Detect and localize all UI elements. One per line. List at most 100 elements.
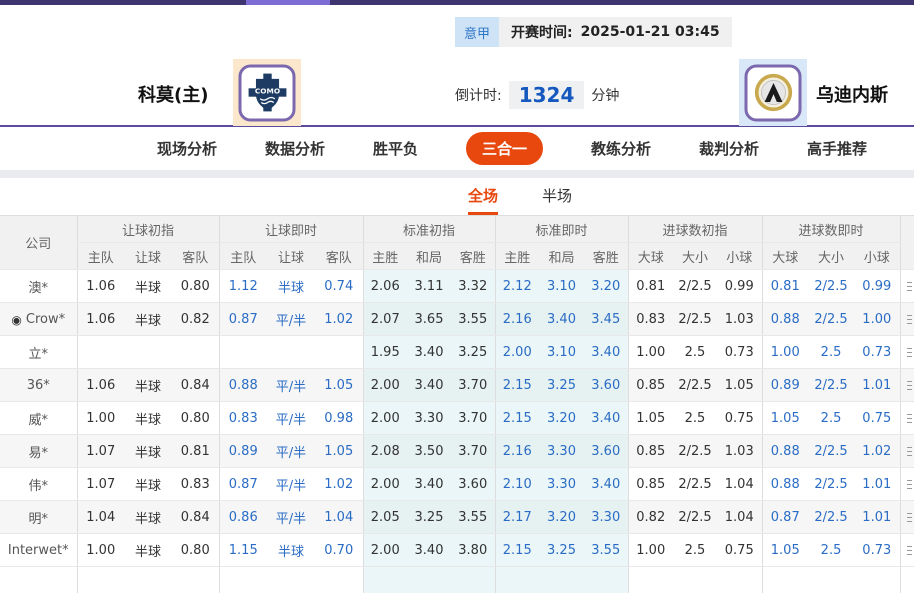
company-cell[interactable]: 36*: [0, 368, 77, 402]
odds-cell: 2.00: [494, 335, 539, 369]
company-cell[interactable]: 伟*: [0, 467, 77, 501]
odds-cell: 3.40: [407, 368, 451, 402]
col-header: 小球: [717, 242, 763, 270]
odds-cell: 2/2.5: [808, 434, 855, 468]
odds-cell: 0.73: [854, 533, 901, 567]
odds-cell: 半球: [124, 533, 172, 567]
odds-cell: 1.03: [717, 302, 763, 336]
company-cell[interactable]: ◉ Crow*: [0, 302, 77, 336]
odds-cell: [315, 335, 363, 369]
odds-cell: 2/2.5: [808, 467, 855, 501]
company-cell[interactable]: Interwet*: [0, 533, 77, 567]
nav-tab-win-draw-loss[interactable]: 胜平负: [373, 138, 418, 159]
company-cell[interactable]: 立*: [0, 335, 77, 369]
company-cell[interactable]: 澳*: [0, 269, 77, 303]
group-header-standard-initial: 标准初指: [362, 215, 495, 243]
sub-header-row: 主队 让球 客队 主队 让球 客队 主胜 和局 客胜 主胜 和局 客胜 大球 大…: [0, 242, 914, 270]
odds-cell: 2.07: [362, 302, 407, 336]
odds-cell: 0.85: [627, 368, 673, 402]
table-row: 36* 1.06 半球 0.84 0.88 平/半 1.05 2.00 3.40 3.70 2.15…: [0, 368, 914, 402]
odds-cell: 0.88: [218, 368, 267, 402]
odds-cell: 3.25: [451, 335, 495, 369]
col-header: 主胜: [494, 242, 539, 270]
odds-cell: 2.15: [494, 533, 539, 567]
kickoff-label: 开赛时间:: [511, 25, 573, 41]
odds-cell: 3.60: [584, 368, 628, 402]
odds-cell: 3.20: [539, 500, 584, 534]
empty-cell: [627, 566, 673, 593]
countdown-label: 倒计时:: [455, 88, 502, 104]
nav-tab-coach-analysis[interactable]: 教练分析: [591, 138, 651, 159]
odds-cell: 2.00: [362, 368, 407, 402]
odds-cell: 0.81: [627, 269, 673, 303]
empty-cell: [717, 566, 763, 593]
odds-cell: 2.00: [362, 401, 407, 435]
col-header: 主队: [76, 242, 124, 270]
odds-cell: 0.81: [761, 269, 809, 303]
group-header-row: 公司 让球初指 让球即时 标准初指 标准即时 进球数初指 进球数即时: [0, 215, 914, 270]
match-info: 意甲 开赛时间: 2025-01-21 03:45: [455, 17, 732, 47]
home-team-logo: COMO: [233, 59, 301, 126]
odds-cell: 0.82: [627, 500, 673, 534]
nav-tab-data-analysis[interactable]: 数据分析: [265, 138, 325, 159]
odds-cell: 半球: [124, 500, 172, 534]
empty-cell: [218, 566, 267, 593]
odds-cell: 2.10: [494, 467, 539, 501]
odds-cell: 0.89: [218, 434, 267, 468]
odds-cell: 0.75: [854, 401, 901, 435]
odds-cell: 1.05: [717, 368, 763, 402]
table-row: 威* 1.00 半球 0.80 0.83 平/半 0.98 2.00 3.30 3.70 2.15 3…: [0, 401, 914, 435]
odds-cell: 3.70: [451, 368, 495, 402]
empty-cell: [584, 566, 628, 593]
odds-cell: 1.00: [627, 533, 673, 567]
clipped-glyph: [906, 546, 912, 556]
company-name: 36*: [26, 377, 50, 393]
odds-cell: 3.40: [584, 335, 628, 369]
clipped-next-column-cell: [899, 302, 914, 336]
nav-tab-expert-picks[interactable]: 高手推荐: [807, 138, 867, 159]
odds-cell: 2.5: [673, 335, 717, 369]
odds-cell: 0.82: [172, 302, 219, 336]
odds-cell: 1.01: [854, 500, 901, 534]
odds-cell: 平/半: [267, 368, 315, 402]
como-crest-icon: COMO: [248, 73, 286, 112]
nav-tab-three-in-one[interactable]: 三合一: [465, 132, 543, 165]
odds-cell: 2.5: [673, 533, 717, 567]
odds-cell: 0.87: [761, 500, 809, 534]
odds-cell: 0.87: [218, 302, 267, 336]
odds-cell: 0.89: [761, 368, 809, 402]
company-cell[interactable]: 易*: [0, 434, 77, 468]
odds-cell: 0.99: [717, 269, 763, 303]
odds-cell: 0.86: [218, 500, 267, 534]
empty-cell: [854, 566, 901, 593]
odds-cell: 1.04: [76, 500, 124, 534]
table-row: ◉ Crow* 1.06 半球 0.82 0.87 平/半 1.02 2.07 3.65 3.55 2…: [0, 302, 914, 336]
company-cell[interactable]: 明*: [0, 500, 77, 534]
odds-cell: 2/2.5: [808, 269, 855, 303]
home-team-name: 科莫(主): [138, 85, 209, 106]
col-header: 让球: [124, 242, 172, 270]
clipped-next-column-cell: [899, 335, 914, 369]
nav-tab-referee-analysis[interactable]: 裁判分析: [699, 138, 759, 159]
odds-cell: 1.04: [717, 467, 763, 501]
odds-cell: 3.55: [451, 302, 495, 336]
table-row-partial: [0, 566, 914, 593]
odds-cell: 2/2.5: [673, 500, 717, 534]
odds-cell: 1.15: [218, 533, 267, 567]
odds-comparison-page: 意甲 开赛时间: 2025-01-21 03:45 科莫(主) COMO 倒计时…: [0, 0, 914, 593]
clipped-next-column-cell: [899, 401, 914, 435]
col-header: 和局: [407, 242, 451, 270]
period-subtabs: 全场 半场: [0, 178, 914, 215]
section-divider: [0, 170, 914, 178]
subtab-half-time[interactable]: 半场: [542, 178, 572, 215]
company-name: 澳*: [28, 280, 48, 296]
nav-tab-live-analysis[interactable]: 现场分析: [157, 138, 217, 159]
odds-cell: 0.73: [717, 335, 763, 369]
clipped-next-column-cell: [899, 533, 914, 567]
odds-cell: 0.99: [854, 269, 901, 303]
company-cell[interactable]: 威*: [0, 401, 77, 435]
odds-cell: 3.25: [407, 500, 451, 534]
subtab-full-time[interactable]: 全场: [467, 178, 498, 215]
away-team-logo: [739, 59, 807, 126]
odds-cell: 0.88: [761, 467, 809, 501]
